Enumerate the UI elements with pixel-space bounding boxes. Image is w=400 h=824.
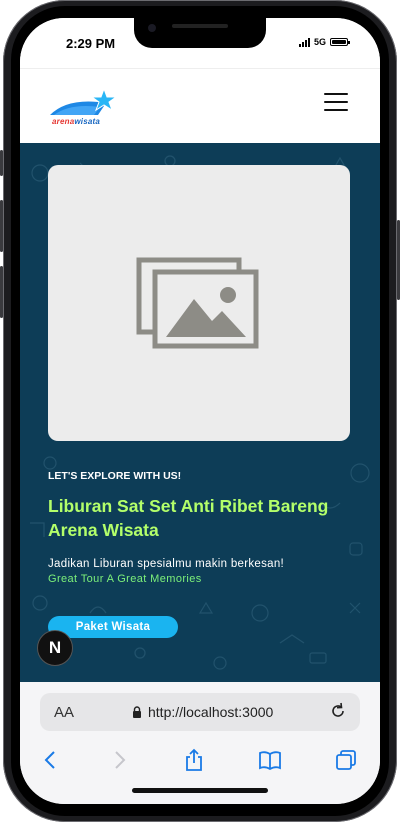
home-indicator — [132, 788, 268, 793]
mute-switch — [0, 150, 3, 176]
hero-subtitle: Jadikan Liburan spesialmu makin berkesan… — [48, 558, 285, 570]
back-icon[interactable] — [36, 746, 64, 774]
hero-tagline: Great Tour A Great Memories — [48, 573, 202, 585]
logo-mark-icon — [50, 87, 118, 115]
logo-text-wisata: wisata — [74, 117, 101, 126]
camera-icon — [148, 24, 156, 32]
hero-image-placeholder — [48, 165, 350, 441]
reload-icon[interactable] — [328, 701, 348, 721]
volume-up-button — [0, 200, 3, 252]
nextjs-dev-badge[interactable]: N — [37, 630, 73, 666]
battery-icon — [330, 38, 350, 46]
tabs-icon[interactable] — [332, 746, 360, 774]
site-header: arenawisata — [20, 68, 380, 144]
speaker-grille — [172, 24, 228, 28]
volume-down-button — [0, 266, 3, 318]
bookmarks-icon[interactable] — [256, 746, 284, 774]
lock-icon — [133, 706, 141, 718]
url-text: http://localhost:3000 — [148, 704, 274, 720]
browser-bottom-bar: AA http://localhost:3000 — [20, 682, 380, 804]
status-bar: 2:29 PM 5G — [20, 18, 380, 68]
screen: 2:29 PM 5G arenawisata LET'S EXPLORE WIT… — [20, 18, 380, 804]
status-time: 2:29 PM — [66, 36, 116, 51]
network-type: 5G — [313, 37, 326, 47]
url-display[interactable]: http://localhost:3000 — [132, 704, 273, 720]
forward-icon[interactable] — [106, 746, 134, 774]
hero-eyebrow: LET'S EXPLORE WITH US! — [48, 470, 182, 482]
hero-section: LET'S EXPLORE WITH US! Liburan Sat Set A… — [20, 143, 380, 682]
status-indicators: 5G — [298, 37, 350, 47]
hamburger-menu-icon[interactable] — [324, 93, 348, 111]
hero-title: Liburan Sat Set Anti Ribet Bareng Arena … — [48, 496, 329, 540]
image-placeholder-icon — [136, 257, 259, 349]
notch — [134, 18, 266, 48]
logo-text: arenawisata — [52, 117, 100, 126]
site-logo[interactable]: arenawisata — [48, 87, 122, 131]
address-bar[interactable]: AA http://localhost:3000 — [40, 693, 360, 731]
text-size-button[interactable]: AA — [54, 704, 74, 721]
signal-icon — [298, 37, 310, 47]
logo-text-arena: arena — [52, 117, 75, 126]
share-icon[interactable] — [180, 746, 208, 774]
browser-toolbar — [20, 740, 380, 780]
